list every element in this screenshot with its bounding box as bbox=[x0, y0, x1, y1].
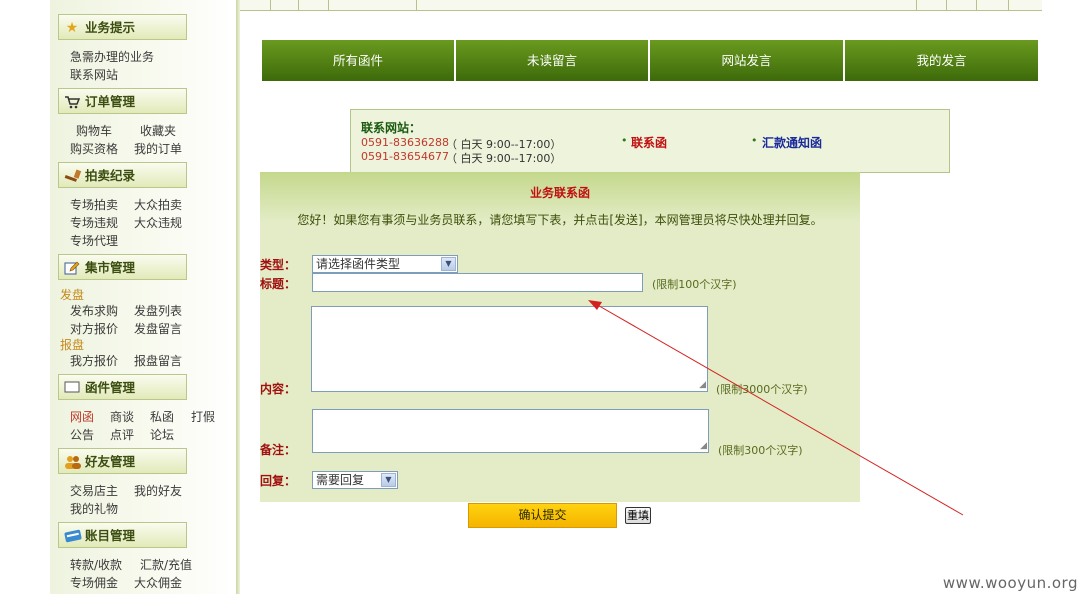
annotation-arrow bbox=[588, 300, 964, 516]
watermark: www.wooyun.org bbox=[942, 574, 1078, 592]
